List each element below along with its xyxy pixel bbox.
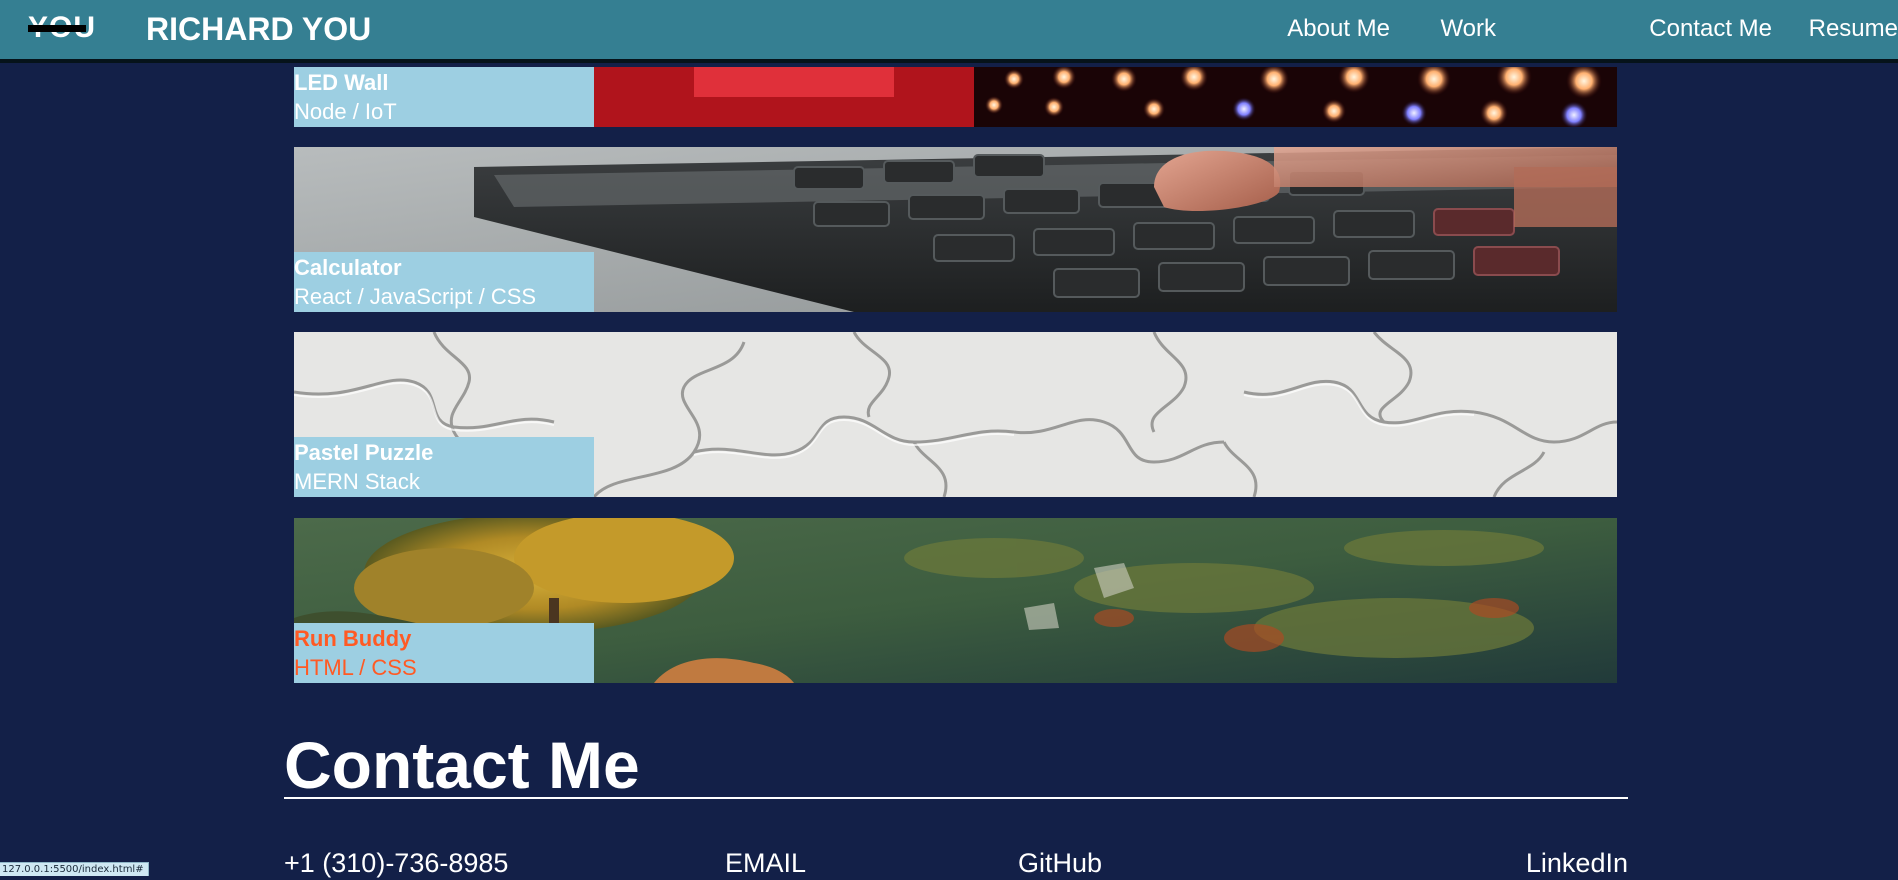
project-title: Pastel Puzzle [294,440,434,465]
logo-bar [28,25,86,32]
project-title: Run Buddy [294,626,412,651]
project-caption: LED Wall Node / IoT [294,67,594,127]
project-caption: Calculator React / JavaScript / CSS [294,252,594,312]
project-caption: Pastel Puzzle MERN Stack [294,437,594,497]
nav-about-me[interactable]: About Me [1287,14,1390,44]
project-card-pastel-puzzle[interactable]: Pastel Puzzle MERN Stack [294,332,1617,497]
project-card-led-wall[interactable]: LED Wall Node / IoT [294,67,1617,127]
project-tech: React / JavaScript / CSS [294,284,537,309]
brand-name[interactable]: RICHARD YOU [146,10,371,48]
project-title: LED Wall [294,70,389,95]
project-caption: Run Buddy HTML / CSS [294,623,594,683]
nav-contact-me[interactable]: Contact Me [1649,14,1772,44]
project-tech: HTML / CSS [294,655,417,680]
contact-divider [284,797,1628,799]
project-tech: MERN Stack [294,469,420,494]
project-tech: Node / IoT [294,99,397,124]
nav-work[interactable]: Work [1440,14,1496,44]
contact-heading: Contact Me [284,728,640,802]
status-bar-url: 127.0.0.1:5500/index.html# [0,862,149,876]
site-header: YOU RICHARD YOU About Me Work Contact Me… [0,0,1898,63]
project-card-calculator[interactable]: Calculator React / JavaScript / CSS [294,147,1617,312]
nav-resume[interactable]: Resume [1809,14,1898,44]
project-title: Calculator [294,255,402,280]
project-card-run-buddy[interactable]: Run Buddy HTML / CSS [294,518,1617,683]
logo[interactable]: YOU [28,13,95,43]
